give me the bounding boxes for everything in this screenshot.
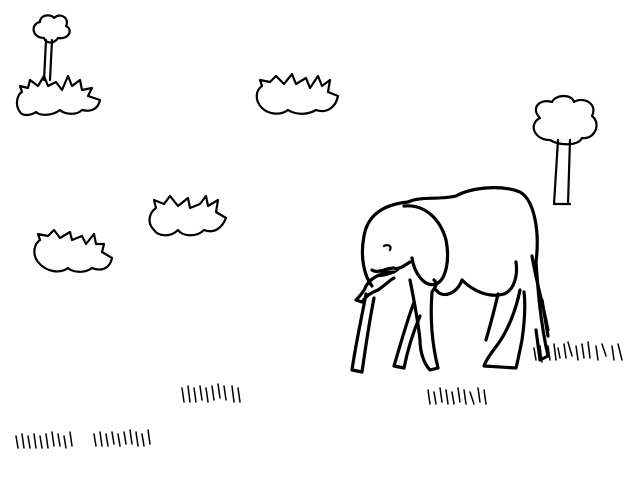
bush-1 — [15, 74, 102, 117]
grass-bottom-left — [15, 431, 73, 449]
bush-2 — [255, 72, 340, 115]
line-drawing — [15, 14, 623, 449]
tree-right-trunk — [552, 138, 572, 206]
tree-left-canopy — [32, 14, 71, 44]
elephant-front-leg-right — [408, 278, 440, 372]
tree-right — [532, 94, 598, 206]
elephant-front-leg-left — [350, 292, 376, 374]
elephant-eye — [382, 244, 392, 252]
drawing-canvas — [0, 0, 640, 480]
grass-center-right — [427, 387, 487, 405]
tree-left — [32, 14, 71, 82]
tree-right-canopy — [532, 94, 598, 146]
grass-bottom-center-left — [93, 429, 151, 447]
elephant — [350, 186, 550, 374]
tree-left-trunk — [42, 38, 54, 82]
grass-center — [181, 383, 241, 403]
bush-4 — [33, 228, 114, 273]
elephant-tail — [530, 254, 550, 338]
elephant-ear — [402, 204, 450, 287]
bush-3 — [148, 194, 228, 237]
elephant-back-leg-inner — [484, 292, 500, 342]
